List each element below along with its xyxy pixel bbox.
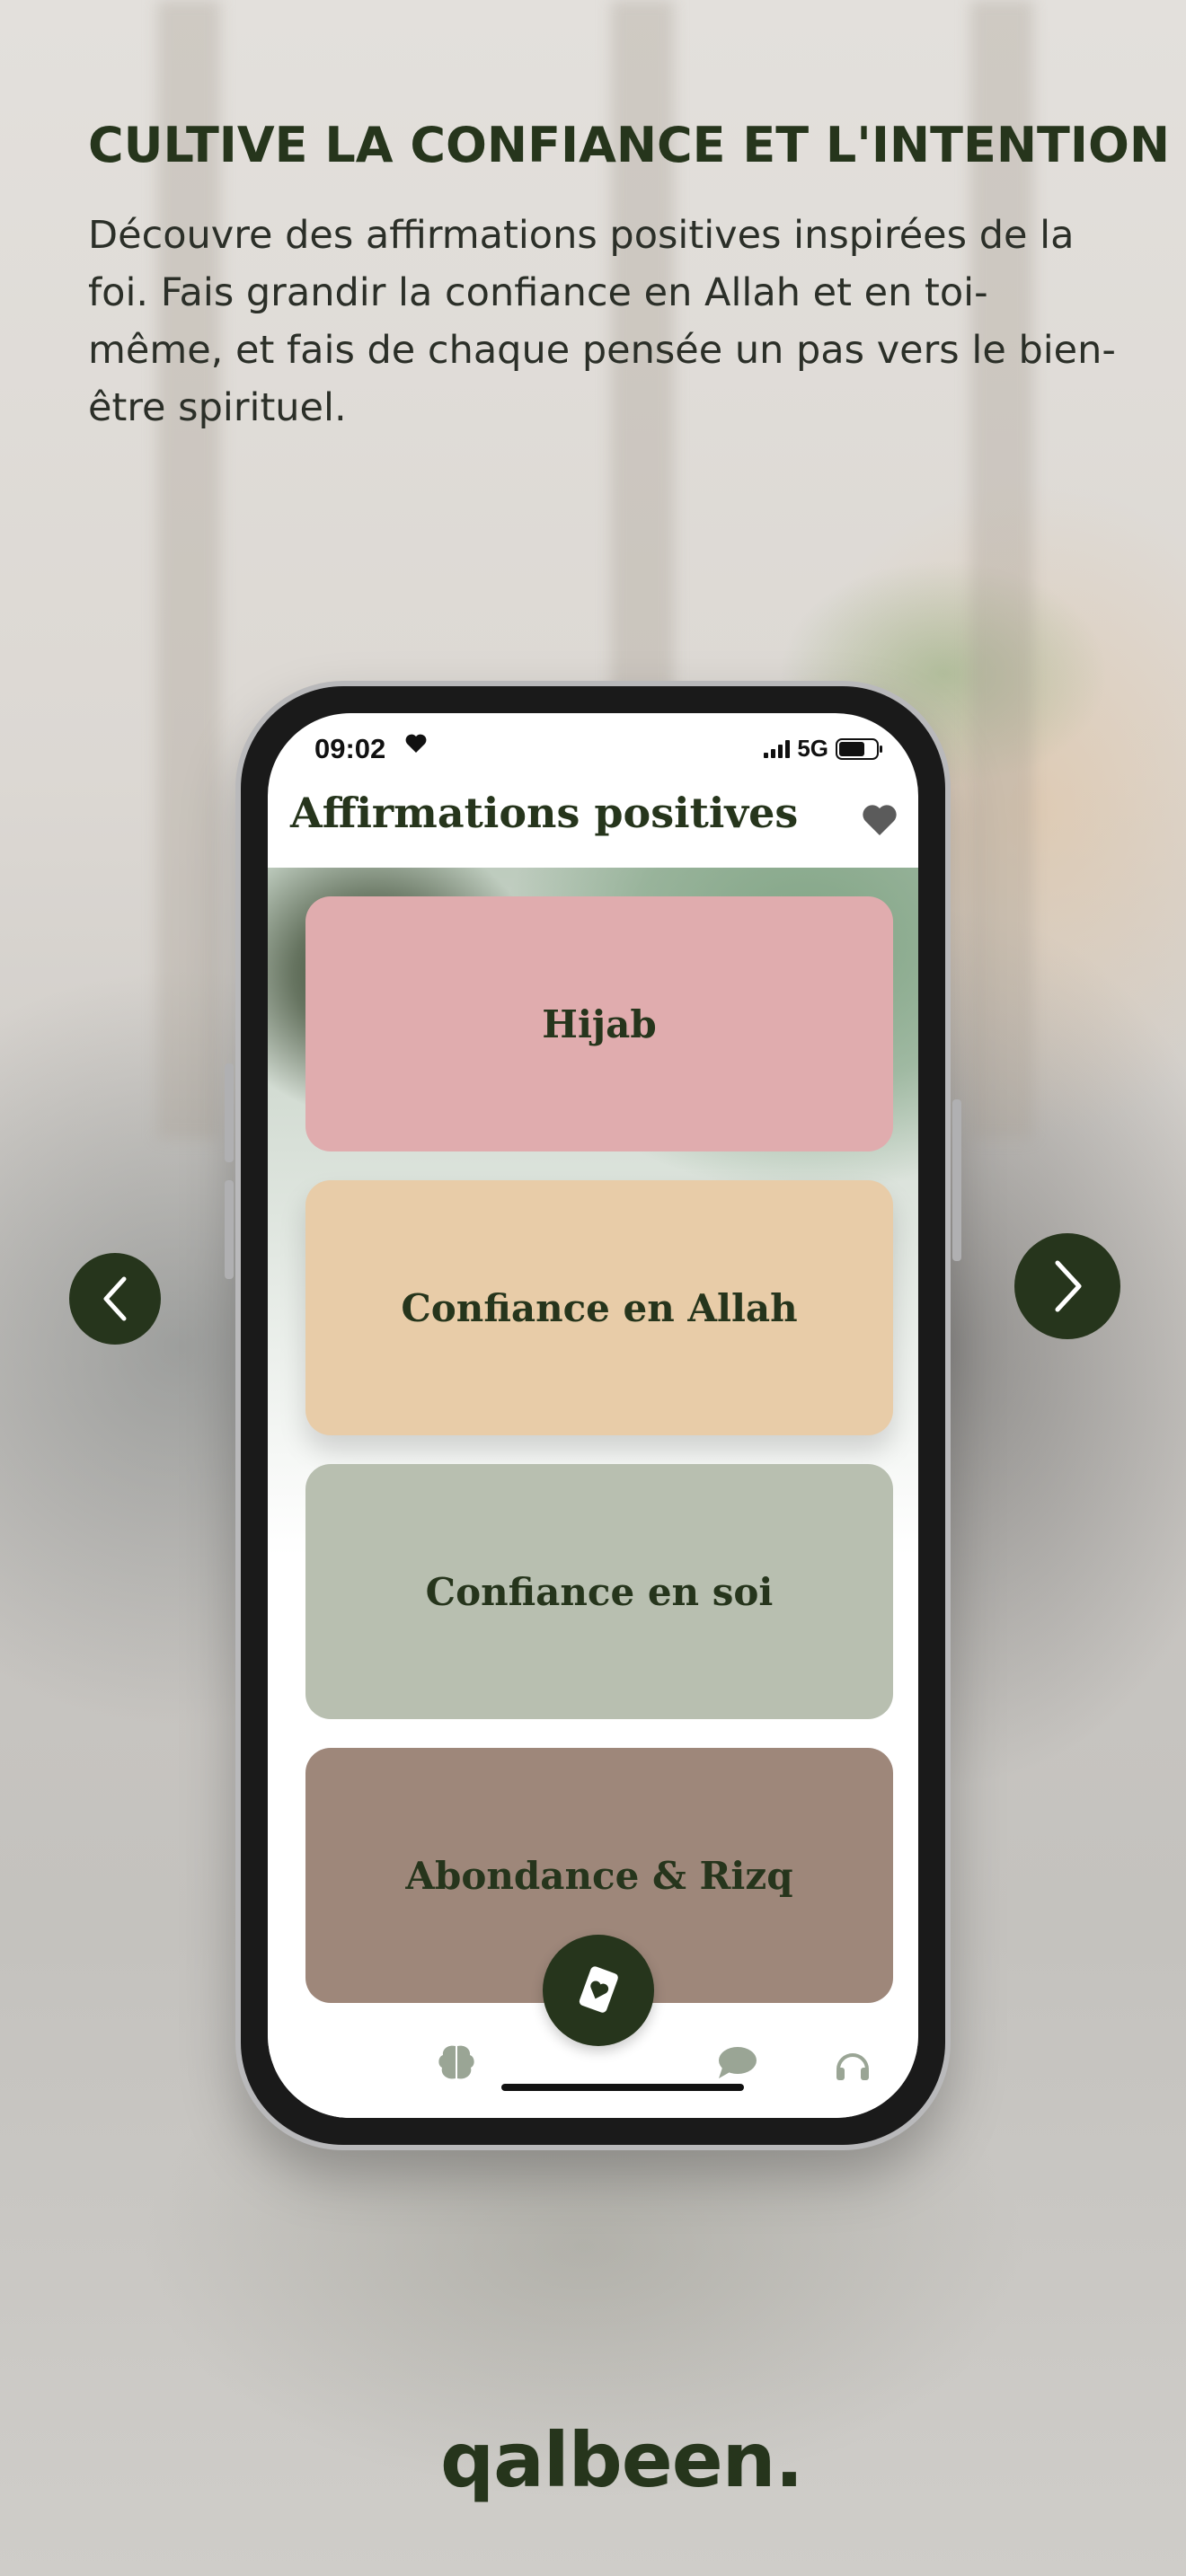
phone-mockup: 09:02 5G Affirmations positives Hijab Co… [225, 681, 961, 2150]
category-card-hijab[interactable]: Hijab [305, 896, 893, 1151]
status-time: 09:02 [314, 733, 386, 764]
status-indicators: 5G [764, 735, 882, 763]
brain-icon[interactable] [435, 2042, 478, 2082]
phone-side-button [952, 1099, 961, 1261]
chevron-left-icon [103, 1276, 127, 1321]
headphones-icon[interactable] [834, 2046, 872, 2082]
heart-icon [405, 734, 427, 753]
page-description: Découvre des affirmations positives insp… [88, 213, 1116, 430]
category-label: Confiance en Allah [401, 1285, 798, 1330]
category-label: Confiance en soi [425, 1569, 774, 1614]
chevron-right-icon [1055, 1260, 1082, 1312]
phone-side-button [225, 1063, 234, 1162]
tab-bar [268, 1935, 918, 2118]
moon-icon[interactable] [320, 2046, 356, 2082]
battery-icon [836, 737, 882, 760]
phone-side-button [225, 1180, 234, 1279]
signal-icon [764, 739, 791, 758]
brand-logo: qalbeen. [440, 2416, 803, 2504]
affirmation-cards-button[interactable] [543, 1935, 654, 2046]
category-list: Hijab Confiance en Allah Confiance en so… [268, 868, 918, 2118]
phone-screen: 09:02 5G Affirmations positives Hijab Co… [268, 713, 918, 2118]
home-indicator [501, 2084, 744, 2091]
card-icon [579, 1966, 618, 2013]
category-label: Hijab [542, 1001, 657, 1046]
network-label: 5G [797, 735, 828, 762]
favorites-heart-icon[interactable] [861, 803, 898, 837]
next-button[interactable] [1014, 1233, 1120, 1339]
status-bar: 09:02 5G [268, 713, 918, 776]
category-card-confiance-en-allah[interactable]: Confiance en Allah [305, 1180, 893, 1435]
page-headline: CULTIVE LA CONFIANCE ET L'INTENTION [88, 117, 1171, 173]
category-card-confiance-en-soi[interactable]: Confiance en soi [305, 1464, 893, 1719]
previous-button[interactable] [69, 1253, 161, 1345]
chat-icon[interactable] [715, 2044, 758, 2082]
app-title: Affirmations positives [290, 789, 799, 837]
category-label: Abondance & Rizq [405, 1853, 793, 1898]
